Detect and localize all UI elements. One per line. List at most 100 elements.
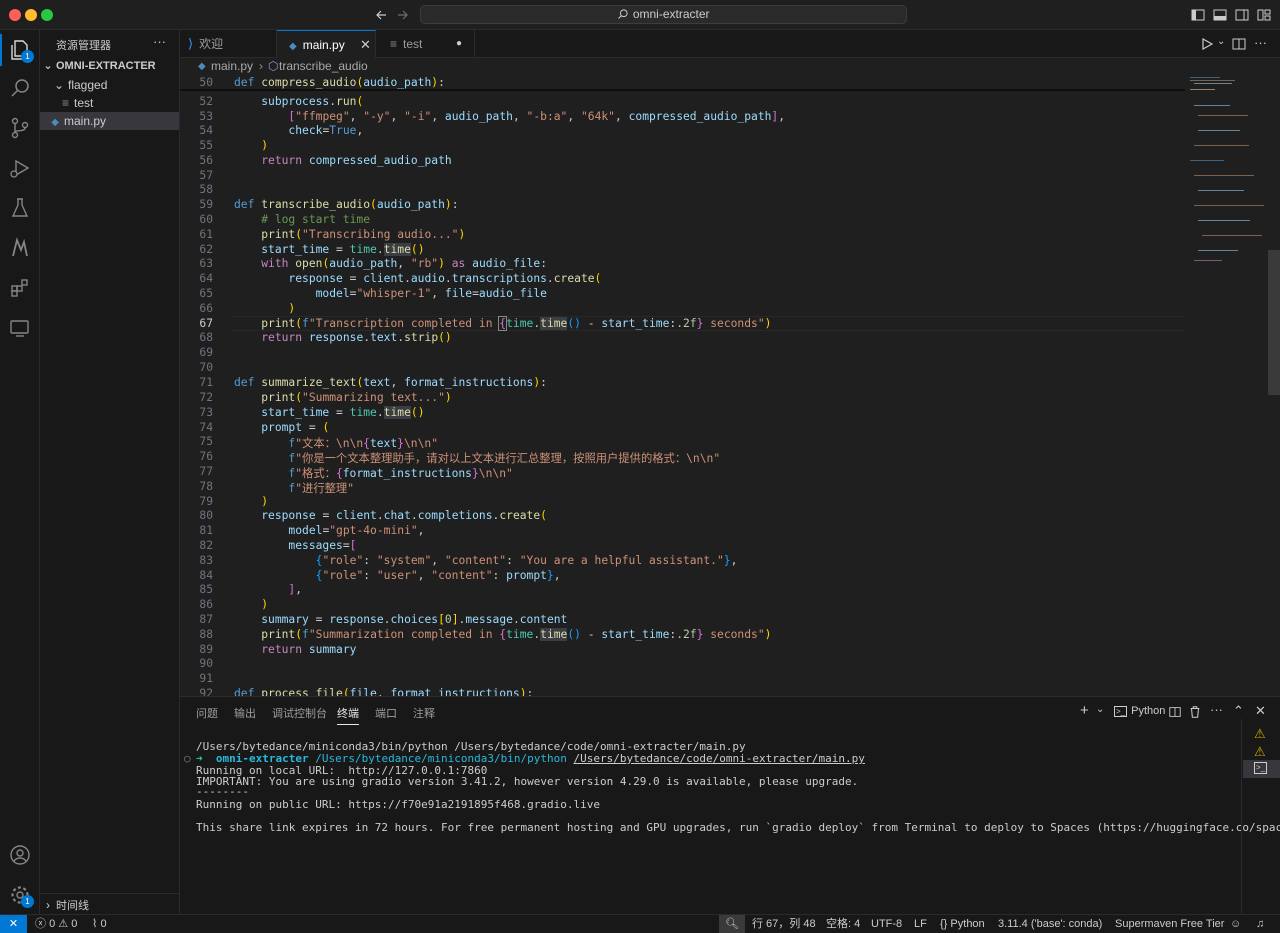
indentation[interactable]: 空格: 4 [826, 915, 860, 933]
breadcrumb-file[interactable]: main.py [211, 58, 253, 75]
tab-welcome[interactable]: ⟩ 欢迎 [180, 30, 277, 58]
code-line: ) [261, 139, 269, 152]
ports-indicator[interactable]: ⌇ 0 [92, 915, 107, 933]
close-window-button[interactable] [9, 9, 21, 21]
trash-icon[interactable] [1188, 705, 1202, 719]
toggle-primary-sidebar-icon[interactable] [1190, 7, 1206, 23]
remote-explorer-icon[interactable] [8, 316, 32, 340]
line-number: 75 [199, 435, 213, 448]
run-debug-icon[interactable] [8, 156, 32, 180]
terminal-shell-selector[interactable]: >_ Python [1114, 705, 1165, 717]
code-line: print("Transcribing audio...") [261, 228, 466, 241]
maximize-panel-icon[interactable]: ⌃ [1233, 703, 1244, 719]
cursor-position[interactable]: 行 67，列 48 [752, 915, 816, 933]
code-line: ) [288, 302, 296, 315]
encoding[interactable]: UTF-8 [871, 915, 902, 933]
terminal-tabs-list: ⚠ ⚠ >_ [1241, 719, 1280, 915]
code-line: {"role": "user", "content": prompt}, [315, 569, 561, 582]
line-number: 61 [199, 228, 213, 241]
line-number: 65 [199, 287, 213, 300]
code-line: return response.text.strip() [261, 331, 452, 344]
extensions-icon[interactable] [8, 276, 32, 300]
notifications-bell-icon[interactable]: ♫ [1256, 915, 1264, 933]
panel-tab[interactable]: 端口 [375, 705, 397, 721]
line-number: 59 [199, 198, 213, 211]
account-icon[interactable] [8, 843, 32, 867]
python-interpreter[interactable]: 3.11.4 ('base': conda) [998, 915, 1102, 933]
panel-tab[interactable]: 输出 [234, 705, 256, 721]
testing-flask-icon[interactable] [8, 196, 32, 220]
timeline-section[interactable]: › 时间线 [40, 896, 179, 914]
error-icon: ⓧ [35, 918, 46, 930]
source-control-icon[interactable] [8, 116, 32, 140]
sidebar-title: 资源管理器 [56, 40, 111, 52]
command-center-search[interactable]: omni-extracter [420, 5, 907, 24]
minimap[interactable] [1188, 75, 1268, 275]
end-of-line[interactable]: LF [914, 915, 927, 933]
panel-tab[interactable]: 注释 [413, 705, 435, 721]
warning-icon[interactable]: ⚠ [1254, 726, 1266, 742]
chevron-down-icon[interactable]: ⌄ [1096, 704, 1104, 715]
toggle-panel-icon[interactable] [1212, 7, 1228, 23]
terminal-instance-tab[interactable]: >_ [1243, 760, 1280, 778]
split-terminal-icon[interactable] [1168, 705, 1182, 719]
code-line: ["ffmpeg", "-y", "-i", audio_path, "-b:a… [288, 110, 786, 123]
editor-scrollbar-thumb[interactable] [1268, 250, 1280, 395]
search-icon [618, 9, 629, 19]
extension-m-icon[interactable] [8, 236, 32, 260]
line-number: 84 [199, 569, 213, 582]
customize-layout-icon[interactable] [1256, 7, 1272, 23]
panel-tab[interactable]: 问题 [196, 705, 218, 721]
tab-label: 欢迎 [199, 37, 224, 51]
line-number: 56 [199, 154, 213, 167]
python-file-icon: ◆ [198, 61, 206, 72]
remote-indicator[interactable]: ✕ [0, 915, 27, 933]
more-actions-button[interactable]: ··· [153, 34, 166, 49]
line-number: 50 [199, 76, 213, 89]
panel-tab[interactable]: 终端 [337, 705, 359, 725]
tree-item-flagged[interactable]: ⌄ flagged [40, 76, 179, 94]
copilot-icon[interactable]: ☺ [1230, 915, 1241, 933]
tab-main-py[interactable]: ◆ main.py ✕ [277, 30, 376, 58]
close-panel-icon[interactable]: ✕ [1255, 703, 1266, 719]
line-number: 88 [199, 628, 213, 641]
close-tab-icon[interactable]: ✕ [360, 31, 371, 59]
supermaven-status[interactable]: Supermaven Free Tier [1115, 915, 1224, 933]
chevron-down-icon: ⌄ [53, 78, 64, 92]
more-actions-icon[interactable]: ··· [1210, 702, 1223, 717]
tree-item-main-py[interactable]: ◆ main.py [40, 112, 179, 130]
terminal-line: IMPORTANT: You are using gradio version … [196, 775, 859, 788]
toggle-secondary-sidebar-icon[interactable] [1234, 7, 1250, 23]
minimize-window-button[interactable] [25, 9, 37, 21]
code-line: # log start time [261, 213, 371, 226]
line-number: 79 [199, 495, 213, 508]
line-number: 54 [199, 124, 213, 137]
warning-icon[interactable]: ⚠ [1254, 744, 1266, 760]
terminal-icon: >_ [1254, 762, 1268, 774]
more-actions-icon[interactable]: ··· [1254, 35, 1267, 50]
search-icon[interactable] [8, 76, 32, 100]
language-mode[interactable]: {} Python [940, 915, 985, 933]
split-editor-icon[interactable] [1231, 36, 1247, 52]
terminal-script-path[interactable]: /Users/bytedance/code/omni-extracter/mai… [574, 752, 865, 765]
chevron-down-icon: ⌄ [43, 60, 53, 72]
new-terminal-icon[interactable]: + [1080, 702, 1089, 719]
back-arrow-icon[interactable] [373, 7, 389, 23]
code-line: print(f"Transcription completed in {time… [261, 316, 772, 331]
tab-test[interactable]: ≡ test ● [376, 30, 475, 58]
problems-indicator[interactable]: ⓧ 0 ⚠ 0 [35, 915, 77, 933]
run-python-file-icon[interactable] [1199, 36, 1215, 52]
chevron-down-icon[interactable]: ⌄ [1217, 36, 1225, 47]
python-file-icon: ◆ [289, 41, 297, 52]
tree-item-test[interactable]: ≡ test [40, 94, 179, 112]
line-number: 67 [199, 317, 213, 330]
project-folder-header[interactable]: ⌄ OMNI-EXTRACTER [40, 57, 179, 75]
code-editor[interactable]: 50 52 53 54 55 56 57 58 59 60 61 62 63 64 65 66 67 68 69 70… [180, 75, 1280, 696]
maximize-window-button[interactable] [41, 9, 53, 21]
forward-arrow-icon[interactable] [395, 7, 411, 23]
line-number: 74 [199, 421, 213, 434]
panel-tab[interactable]: 调试控制台 [272, 705, 327, 721]
zoom-indicator[interactable]: 🔍︎ [719, 915, 745, 933]
breadcrumb-symbol[interactable]: transcribe_audio [279, 58, 368, 75]
folder-label: flagged [68, 78, 108, 92]
